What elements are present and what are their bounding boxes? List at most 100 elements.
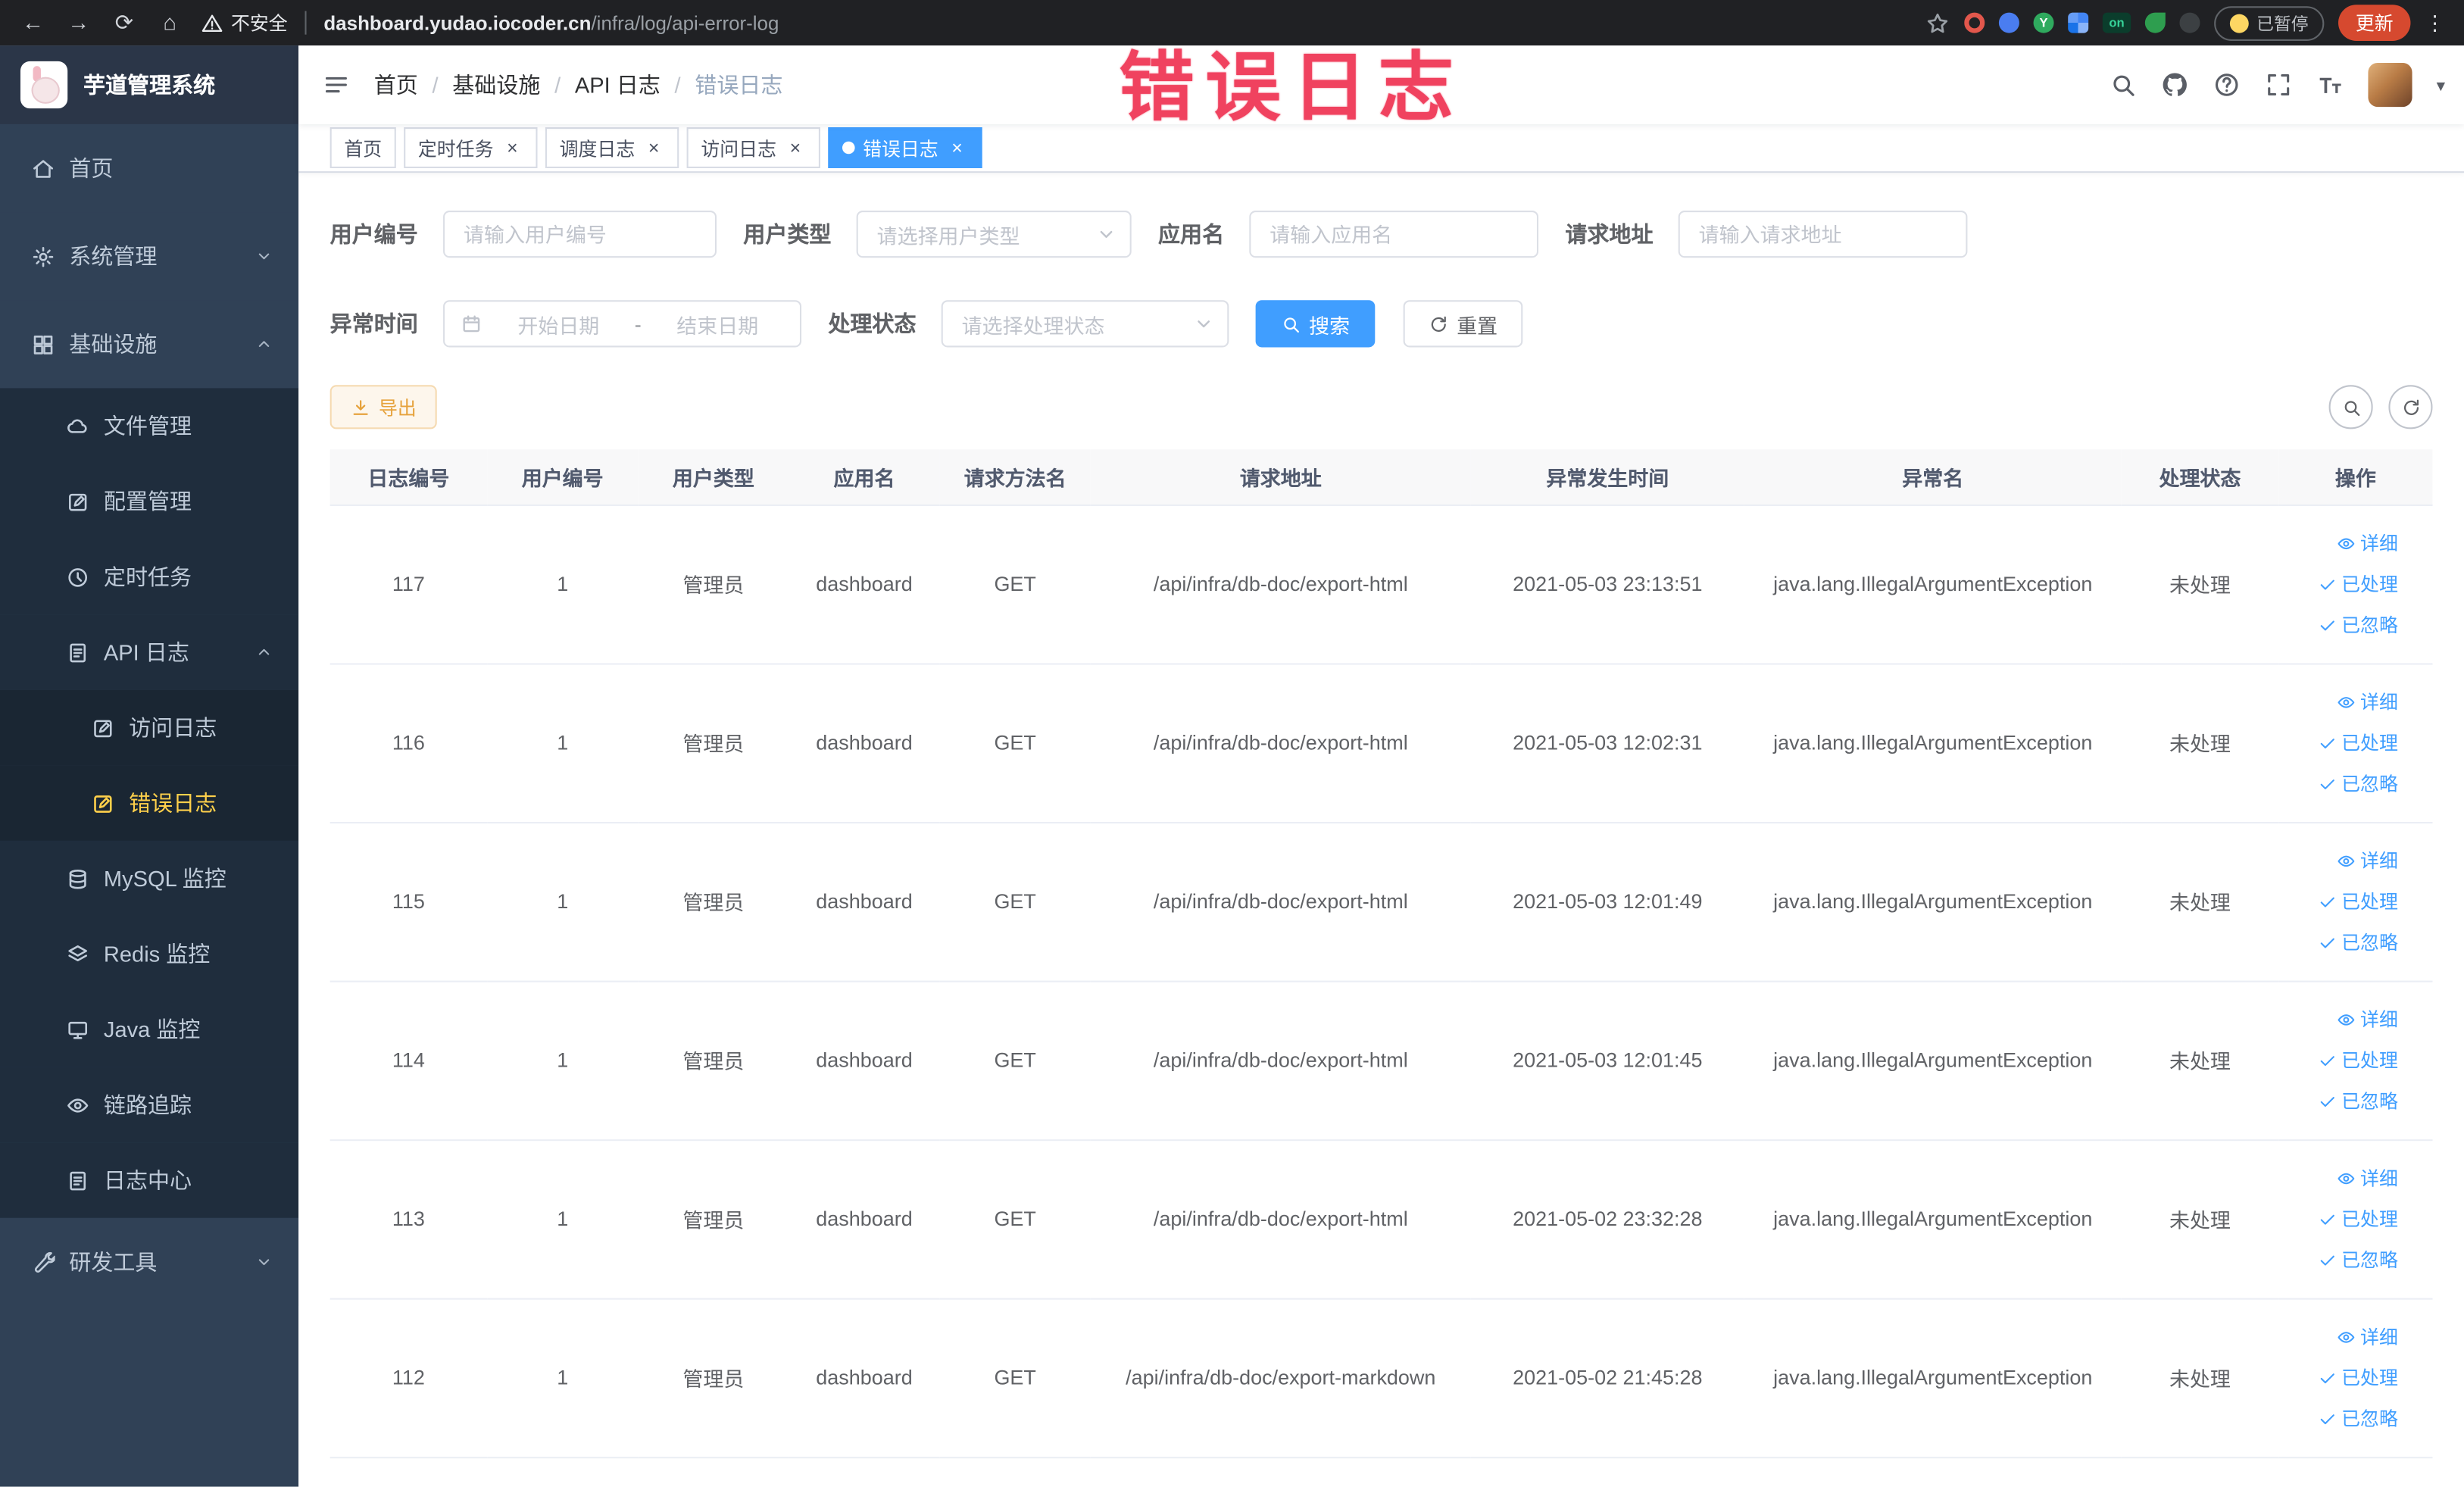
- detail-link[interactable]: 详细: [2287, 998, 2398, 1039]
- sidebar-item-14[interactable]: 日志中心: [0, 1142, 299, 1218]
- ignored-link[interactable]: 已忽略: [2287, 604, 2398, 645]
- tab-item-3[interactable]: 调度日志 ×: [545, 127, 679, 168]
- check-icon: [2318, 1092, 2337, 1111]
- tab-close-icon[interactable]: ×: [501, 136, 523, 158]
- chevron-down-icon: [255, 1252, 273, 1271]
- extension-icon[interactable]: [2068, 12, 2089, 33]
- sidebar-item-5[interactable]: 配置管理: [0, 464, 299, 539]
- detail-link[interactable]: 详细: [2287, 523, 2398, 564]
- search-button[interactable]: 搜索: [1255, 300, 1376, 348]
- caret-down-icon[interactable]: ▾: [2437, 75, 2445, 95]
- column-header: 操作: [2278, 449, 2433, 505]
- hamburger-icon[interactable]: [298, 45, 374, 124]
- help-icon[interactable]: [2213, 70, 2241, 98]
- sidebar-item-10[interactable]: MySQL 监控: [0, 840, 299, 917]
- warning-icon: [201, 12, 223, 34]
- ignored-link[interactable]: 已忽略: [2287, 1398, 2398, 1439]
- tab-item-4[interactable]: 访问日志 ×: [686, 127, 821, 168]
- filter-label-request-url: 请求地址: [1565, 221, 1654, 247]
- sidebar-item-label: 首页: [69, 155, 114, 181]
- sidebar-item-3[interactable]: 基础设施: [0, 300, 299, 389]
- exception-time-range[interactable]: 开始日期 - 结束日期: [443, 300, 802, 348]
- processed-link[interactable]: 已处理: [2287, 722, 2398, 763]
- tab-close-icon[interactable]: ×: [784, 136, 806, 158]
- sidebar-item-label: 定时任务: [103, 564, 192, 589]
- search-icon[interactable]: [2110, 70, 2138, 98]
- cell-app-name: dashboard: [789, 1298, 940, 1458]
- breadcrumb-item[interactable]: 基础设施: [452, 69, 540, 100]
- detail-link[interactable]: 详细: [2287, 840, 2398, 881]
- cell-status: 未处理: [2121, 663, 2279, 823]
- sidebar-item-8[interactable]: 访问日志: [0, 689, 299, 766]
- back-icon[interactable]: ←: [19, 0, 47, 45]
- sidebar-item-4[interactable]: 文件管理: [0, 388, 299, 464]
- refresh-icon: [1429, 314, 1449, 334]
- detail-link[interactable]: 详细: [2287, 1316, 2398, 1357]
- reset-button[interactable]: 重置: [1403, 300, 1523, 348]
- extension-icon[interactable]: [1998, 12, 2019, 33]
- process-status-select[interactable]: 请选择处理状态: [941, 300, 1229, 348]
- eye-icon: [2337, 1010, 2356, 1029]
- github-icon[interactable]: [2162, 70, 2190, 98]
- sidebar-item-2[interactable]: 系统管理: [0, 212, 299, 301]
- sidebar-item-15[interactable]: 研发工具: [0, 1217, 299, 1307]
- extension-icon[interactable]: [2179, 12, 2200, 33]
- ignored-link[interactable]: 已忽略: [2287, 1239, 2398, 1280]
- ignored-link[interactable]: 已忽略: [2287, 1080, 2398, 1121]
- request-url-input[interactable]: [1678, 210, 1968, 258]
- forward-icon[interactable]: →: [64, 0, 92, 45]
- processed-link[interactable]: 已处理: [2287, 1357, 2398, 1398]
- app-name-input[interactable]: [1249, 210, 1539, 258]
- sidebar-item-12[interactable]: Java 监控: [0, 992, 299, 1067]
- ignored-link[interactable]: 已忽略: [2287, 922, 2398, 963]
- chevron-down-icon: [255, 247, 273, 266]
- breadcrumb-item[interactable]: API 日志: [575, 69, 661, 100]
- security-chip[interactable]: 不安全: [201, 9, 288, 36]
- check-icon: [2318, 1051, 2337, 1070]
- tab-item-2[interactable]: 定时任务 ×: [404, 127, 538, 168]
- table-row: 115 1 管理员 dashboard GET/api/infra/db-doc/exp…: [329, 822, 2433, 982]
- reload-icon[interactable]: ⟳: [110, 0, 138, 45]
- search-toggle-button[interactable]: [2328, 385, 2373, 430]
- fullscreen-icon[interactable]: [2265, 70, 2293, 98]
- extension-icon[interactable]: Y: [2033, 12, 2054, 33]
- processed-link[interactable]: 已处理: [2287, 1039, 2398, 1080]
- refresh-button[interactable]: [2388, 385, 2433, 430]
- detail-link[interactable]: 详细: [2287, 681, 2398, 722]
- ignored-link[interactable]: 已忽略: [2287, 763, 2398, 804]
- processed-link[interactable]: 已处理: [2287, 881, 2398, 922]
- url-bar[interactable]: dashboard.yudao.iocoder.cn/infra/log/api…: [323, 12, 779, 34]
- tab-item-5[interactable]: 错误日志 ×: [828, 127, 982, 168]
- tab-item-1[interactable]: 首页: [329, 127, 396, 168]
- table-row: 116 1 管理员 dashboard GET/api/infra/db-doc/exp…: [329, 663, 2433, 823]
- browser-menu-icon[interactable]: ⋮: [2425, 10, 2445, 35]
- update-button[interactable]: 更新: [2338, 5, 2411, 41]
- detail-link[interactable]: 详细: [2287, 1157, 2398, 1198]
- breadcrumb-item[interactable]: 首页: [374, 69, 418, 100]
- sidebar-item-11[interactable]: Redis 监控: [0, 916, 299, 992]
- paused-badge[interactable]: 已暂停: [2214, 5, 2325, 40]
- tab-close-icon[interactable]: ×: [643, 136, 665, 158]
- font-size-icon[interactable]: [2317, 70, 2345, 98]
- user-type-select[interactable]: 请选择用户类型: [856, 210, 1132, 258]
- bookmark-star-icon[interactable]: [1925, 10, 1950, 35]
- tab-close-icon[interactable]: ×: [946, 136, 968, 158]
- sidebar-item-1[interactable]: 首页: [0, 123, 299, 213]
- sidebar-logo[interactable]: 芋道管理系统: [0, 45, 299, 124]
- export-button[interactable]: 导出: [329, 385, 437, 430]
- cell-status: 未处理: [2121, 1139, 2279, 1299]
- sidebar-item-13[interactable]: 链路追踪: [0, 1067, 299, 1143]
- home-icon[interactable]: ⌂: [155, 0, 183, 45]
- cell-exception: java.lang.IllegalArgumentException: [1744, 663, 2122, 823]
- extension-badge[interactable]: on: [2102, 12, 2131, 33]
- processed-link[interactable]: 已处理: [2287, 564, 2398, 604]
- sidebar-item-7[interactable]: API 日志: [0, 614, 299, 690]
- sidebar-item-6[interactable]: 定时任务: [0, 539, 299, 615]
- avatar[interactable]: [2369, 62, 2413, 108]
- user-id-input[interactable]: [443, 210, 717, 258]
- sidebar-item-9[interactable]: 错误日志: [0, 765, 299, 841]
- doc-icon: [66, 1168, 89, 1192]
- extension-icon[interactable]: [2144, 12, 2166, 33]
- processed-link[interactable]: 已处理: [2287, 1198, 2398, 1239]
- extension-icon[interactable]: [1964, 12, 1985, 33]
